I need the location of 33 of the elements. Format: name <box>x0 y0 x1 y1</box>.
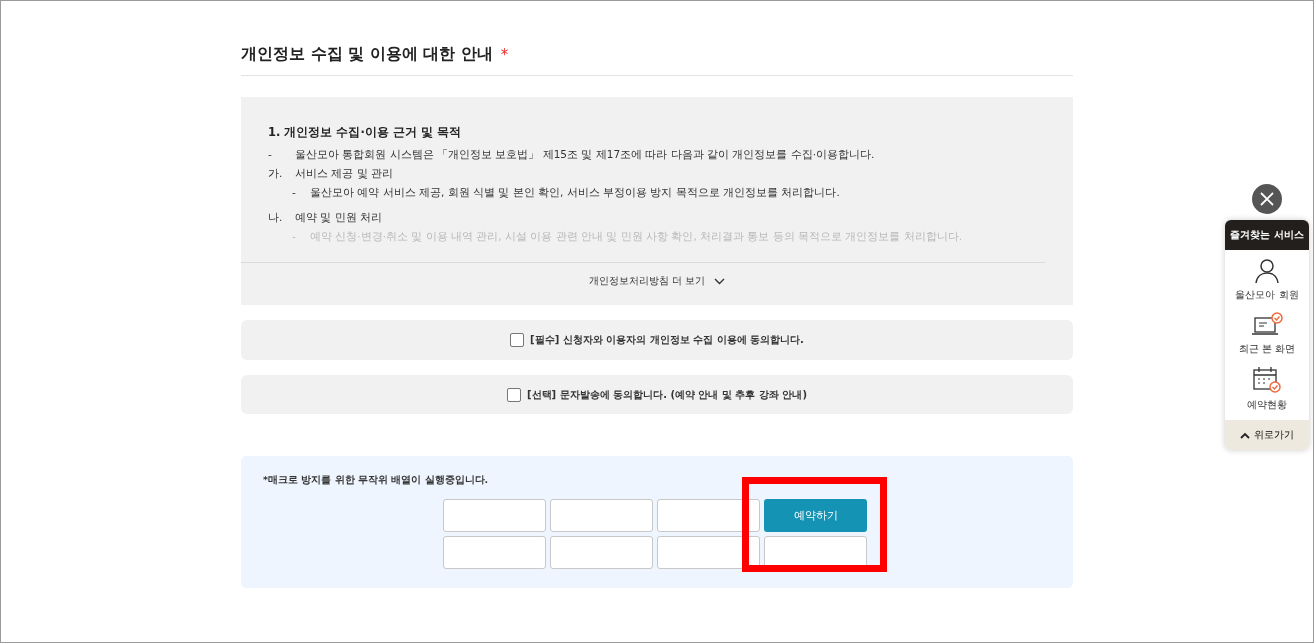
checkbox[interactable] <box>510 333 525 347</box>
consent-label: [필수] 신청자와 이용자의 개인정보 수집 이용에 동의합니다. <box>530 333 804 347</box>
policy-text: 울산모아 예약 서비스 제공, 회원 식별 및 본인 확인, 서비스 부정이용 방지 목적으로 개인정보를 처리합니다. <box>310 185 840 200</box>
list-marker: 나. <box>268 210 284 225</box>
close-button[interactable] <box>1252 184 1282 214</box>
quick-menu-header: 즐겨찾는 서비스 <box>1225 220 1309 250</box>
policy-text: 서비스 제공 및 관리 <box>295 166 393 181</box>
consent-label: [선택] 문자발송에 동의합니다. (예약 안내 및 추후 강좌 안내) <box>527 387 807 402</box>
policy-heading: 1. 개인정보 수집·이용 근거 및 목적 <box>268 125 462 140</box>
macro-notice: *매크로 방지를 위한 무작위 배열이 실행중입니다. <box>263 474 490 487</box>
policy-text: 예약 및 민원 처리 <box>295 210 382 225</box>
quick-menu-item[interactable]: 울산모아 회원 <box>1235 250 1299 304</box>
policy-text: 울산모아 통합회원 시스템은 「개인정보 보호법」 제15조 및 제17조에 따라 다음과 같이 개인정보를 수집·이용합니다. <box>295 147 875 162</box>
person-icon <box>1254 258 1280 284</box>
required-mark: * <box>500 45 509 64</box>
calendar-check-icon <box>1252 366 1282 394</box>
laptop-check-icon <box>1251 312 1283 338</box>
reserve-button[interactable]: 예약하기 <box>764 499 867 532</box>
more-policy-button[interactable]: 개인정보처리방침 더 보기 <box>588 274 726 288</box>
back-to-top-button[interactable]: 위로가기 <box>1225 420 1309 450</box>
checkbox[interactable] <box>507 387 522 402</box>
caret-up-icon <box>1240 431 1250 439</box>
list-marker: - <box>292 229 297 244</box>
quick-menu-item[interactable]: 최근 본 화면 <box>1238 304 1296 358</box>
list-marker: - <box>268 147 273 162</box>
list-marker: 가. <box>268 166 284 181</box>
section-title: 개인정보 수집 및 이용에 대한 안내 <box>241 44 493 65</box>
close-icon <box>1259 191 1275 207</box>
list-marker: - <box>292 185 297 200</box>
quick-menu-item[interactable]: 예약현황 <box>1247 358 1287 414</box>
keypad-slot[interactable] <box>657 536 760 569</box>
keypad-slot[interactable] <box>657 499 760 532</box>
chevron-down-icon <box>714 277 726 285</box>
